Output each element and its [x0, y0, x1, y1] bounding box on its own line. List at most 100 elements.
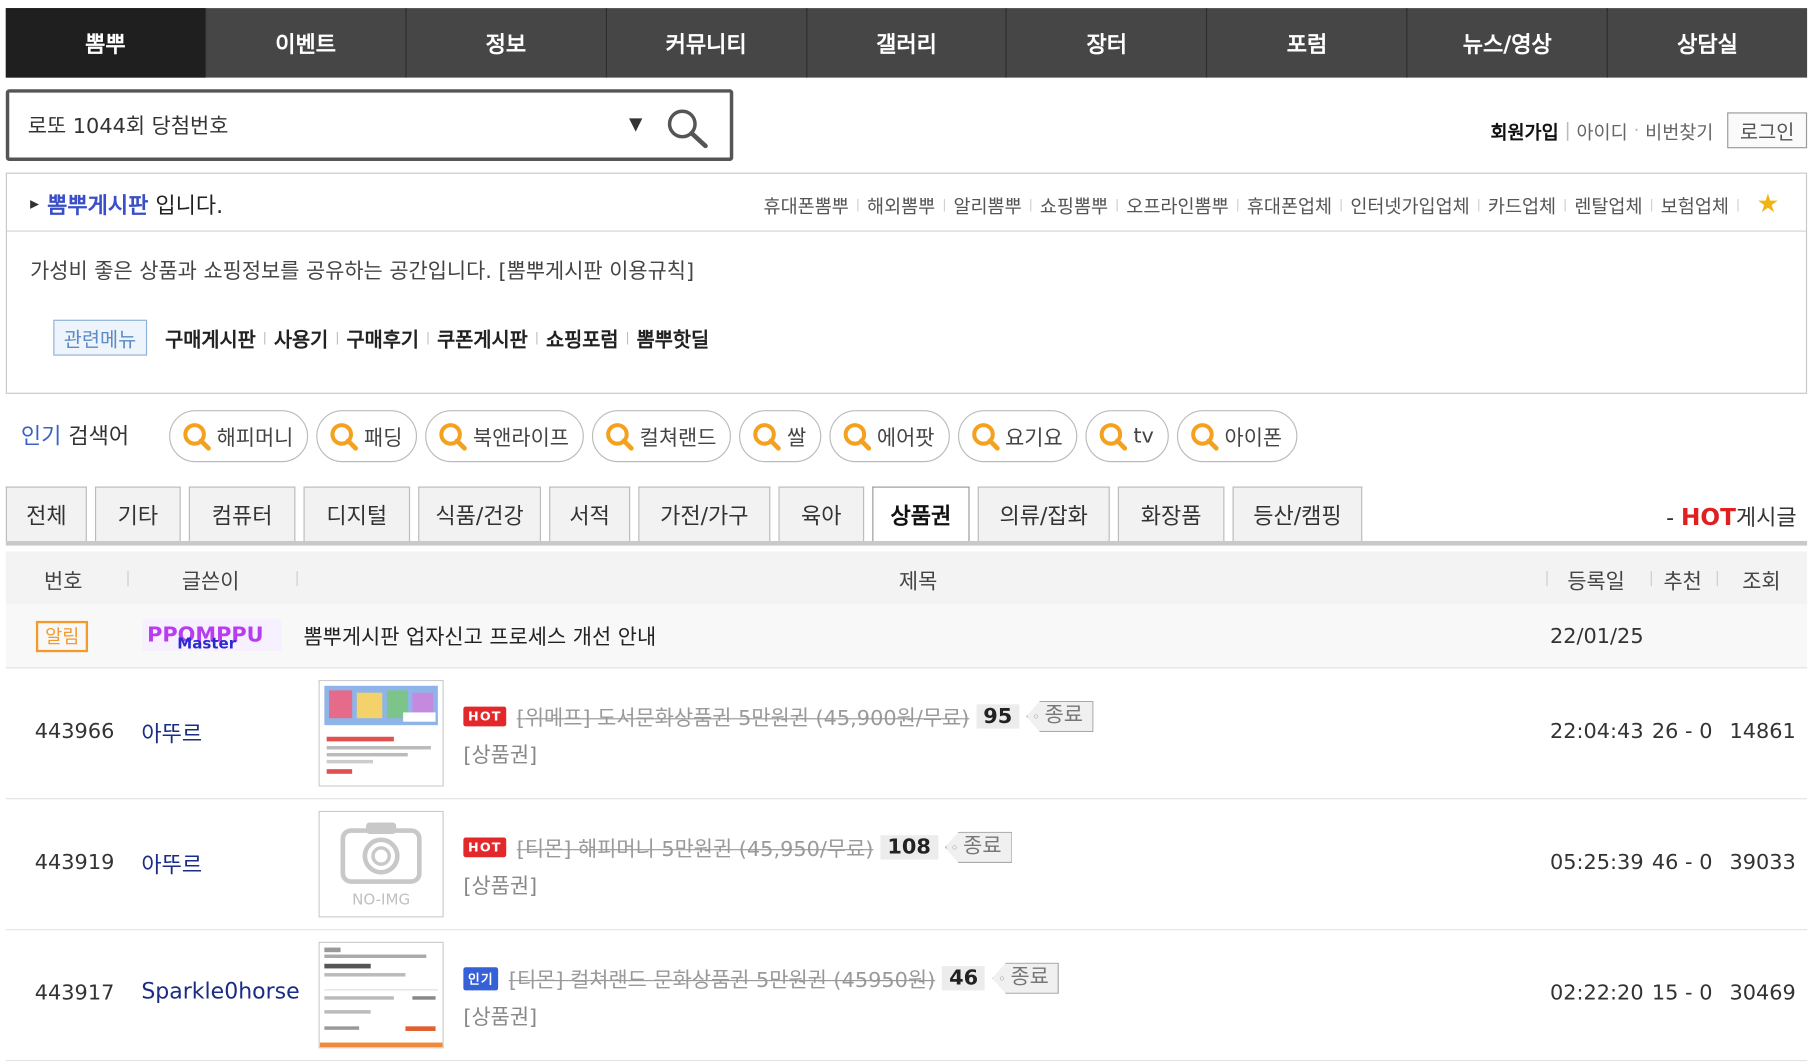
- search-icon: [1100, 422, 1128, 451]
- post-time: 05:25:39: [1549, 850, 1644, 875]
- find-id-link[interactable]: 아이디: [1576, 116, 1627, 144]
- search-icon: [753, 422, 782, 451]
- tab-underline: [5, 540, 1808, 546]
- triangle-right-icon: ▶: [30, 198, 40, 211]
- nav-consult[interactable]: 상담실: [1606, 8, 1807, 78]
- post-views: 39033: [1729, 850, 1796, 875]
- auth-bar: 회원가입 | 아이디 · 비번찾기 로그인: [1490, 112, 1808, 149]
- chip-label: 요기요: [1005, 425, 1063, 451]
- dropdown-arrow-icon[interactable]: ▼: [629, 114, 642, 135]
- notice-date: 22/01/25: [1549, 624, 1644, 649]
- login-button[interactable]: 로그인: [1727, 112, 1808, 149]
- related-link-review[interactable]: 사용기: [274, 323, 328, 352]
- board-link-internet-vendor[interactable]: 인터넷가입업체: [1350, 191, 1469, 219]
- board-link-mobile[interactable]: 휴대폰뽐뿌: [764, 191, 849, 219]
- comment-count[interactable]: 95: [976, 704, 1020, 729]
- popular-search-chip[interactable]: 컬쳐랜드: [592, 410, 732, 463]
- comment-count[interactable]: 108: [880, 835, 938, 860]
- chip-label: 패딩: [364, 425, 403, 451]
- nav-community[interactable]: 커뮤니티: [605, 8, 805, 78]
- board-link-rental-vendor[interactable]: 렌탈업체: [1574, 191, 1642, 219]
- category-tab[interactable]: 화장품: [1117, 486, 1225, 541]
- nav-market[interactable]: 장터: [1006, 8, 1206, 78]
- table-row[interactable]: 443919 아뚜르 NO-IMG HOT [티몬] 해피머니 5만원권 (45,950…: [5, 799, 1808, 931]
- category-tab[interactable]: 의류/잡화: [977, 486, 1110, 541]
- popular-search-chip[interactable]: 에어팟: [829, 410, 950, 463]
- category-tab[interactable]: 육아: [778, 486, 865, 541]
- comment-count[interactable]: 46: [942, 966, 986, 991]
- post-title-line[interactable]: 인기 [티몬] 컬쳐랜드 문화상품권 5만원권 (45950원) 46종료: [463, 962, 1060, 994]
- post-title-line[interactable]: HOT [티몬] 해피머니 5만원권 (45,950/무료)108종료: [463, 831, 1012, 864]
- related-link-coupon[interactable]: 쿠폰게시판: [437, 323, 528, 352]
- nav-forum[interactable]: 포럼: [1206, 8, 1406, 78]
- join-link[interactable]: 회원가입: [1490, 116, 1558, 144]
- table-row[interactable]: 443966 아뚜르 HOT [위메프] 도서문화상품권 5만원권 (45,900원/…: [5, 668, 1808, 800]
- related-link-purchase[interactable]: 구매게시판: [165, 323, 256, 352]
- related-link-purchase-review[interactable]: 구매후기: [347, 323, 419, 352]
- header-writer: 글쓴이: [181, 569, 240, 595]
- post-writer[interactable]: 아뚜르: [141, 717, 202, 748]
- category-tab[interactable]: 서적: [549, 486, 631, 541]
- product-thumbnail: [319, 942, 443, 1048]
- post-writer[interactable]: 아뚜르: [141, 848, 202, 879]
- popular-search-chips: 해피머니 패딩 북앤라이프 컬쳐랜드 쌀 에어팟 요기요 tv 아이폰: [169, 410, 1305, 463]
- nav-ppomppu[interactable]: 뽐뿌: [5, 8, 205, 78]
- search-box: ▼: [5, 89, 734, 162]
- category-tab[interactable]: 기타: [94, 486, 181, 541]
- category-tab[interactable]: 식품/건강: [418, 486, 541, 541]
- post-number: 443917: [34, 981, 115, 1006]
- notice-row[interactable]: 알림 PPOMPPU Master 뽐뿌게시판 업자신고 프로세스 개선 안내 …: [5, 604, 1808, 669]
- post-title-line[interactable]: HOT [위메프] 도서문화상품권 5만원권 (45,900원/무료)95종료: [463, 700, 1094, 733]
- post-badge: HOT: [463, 837, 507, 858]
- popular-search-chip[interactable]: 쌀: [739, 410, 822, 463]
- post-badge: HOT: [463, 706, 507, 727]
- hot-posts-link[interactable]: - HOT게시글: [1666, 500, 1797, 531]
- board-link-phone-vendor[interactable]: 휴대폰업체: [1247, 191, 1332, 219]
- chip-label: 해피머니: [216, 425, 294, 451]
- star-icon[interactable]: ★: [1756, 190, 1779, 219]
- notice-title[interactable]: 뽐뿌게시판 업자신고 프로세스 개선 안내: [304, 621, 657, 651]
- nav-gallery[interactable]: 갤러리: [805, 8, 1006, 78]
- category-tab[interactable]: 디지털: [303, 486, 411, 541]
- post-thumbnail[interactable]: [318, 679, 444, 787]
- find-pw-link[interactable]: 비번찾기: [1645, 116, 1713, 144]
- post-thumbnail[interactable]: [318, 941, 444, 1049]
- nav-event[interactable]: 이벤트: [204, 8, 405, 78]
- popular-search-chip[interactable]: 요기요: [957, 410, 1078, 463]
- category-tab[interactable]: 등산/캠핑: [1232, 486, 1363, 541]
- chip-label: 아이폰: [1224, 425, 1283, 451]
- board-link-shopping[interactable]: 쇼핑뽐뿌: [1040, 191, 1108, 219]
- nav-news-video[interactable]: 뉴스/영상: [1406, 8, 1607, 78]
- board-name-link[interactable]: 뽐뿌게시판: [47, 189, 148, 220]
- category-tab[interactable]: 가전/가구: [638, 486, 771, 541]
- category-tab[interactable]: 전체: [5, 486, 87, 541]
- popular-search-chip[interactable]: 아이폰: [1177, 410, 1298, 463]
- related-menu: 관련메뉴 구매게시판 | 사용기 | 구매후기 | 쿠폰게시판 | 쇼핑포럼 | 뽐뿌핫딜: [53, 319, 709, 356]
- related-link-hotdeal[interactable]: 뽐뿌핫딜: [637, 323, 709, 352]
- board-link-card-vendor[interactable]: 카드업체: [1488, 191, 1556, 219]
- category-tab[interactable]: 컴퓨터: [188, 486, 296, 541]
- board-link-overseas[interactable]: 해외뽐뿌: [867, 191, 935, 219]
- table-row[interactable]: 443917 Sparkle0horse 인기 [티몬] 컬쳐랜드 문화상품권 5만원…: [5, 930, 1808, 1062]
- post-title[interactable]: [티몬] 해피머니 5만원권 (45,950/무료): [517, 832, 874, 862]
- post-title[interactable]: [티몬] 컬쳐랜드 문화상품권 5만원권 (45950원): [509, 963, 935, 993]
- popular-search-chip[interactable]: 해피머니: [169, 410, 309, 463]
- ppomppu-master-logo[interactable]: PPOMPPU Master: [142, 618, 282, 652]
- related-link-shopping-forum[interactable]: 쇼핑포럼: [546, 323, 618, 352]
- popular-search-chip[interactable]: 북앤라이프: [425, 410, 585, 463]
- search-icon: [330, 422, 359, 451]
- board-link-insurance-vendor[interactable]: 보험업체: [1661, 191, 1729, 219]
- search-icon[interactable]: [665, 107, 711, 149]
- post-writer[interactable]: Sparkle0horse: [141, 979, 299, 1004]
- popular-search-chip[interactable]: tv: [1085, 410, 1169, 463]
- board-link-ali[interactable]: 알리뽐뿌: [953, 191, 1021, 219]
- board-link-offline[interactable]: 오프라인뽐뿌: [1126, 191, 1228, 219]
- nav-info[interactable]: 정보: [405, 8, 605, 78]
- post-thumbnail[interactable]: NO-IMG: [318, 810, 444, 918]
- post-recommend: 15 - 0: [1651, 981, 1713, 1006]
- search-icon: [843, 422, 872, 451]
- post-title[interactable]: [위메프] 도서문화상품권 5만원권 (45,900원/무료): [517, 701, 970, 731]
- search-input[interactable]: [27, 108, 608, 142]
- category-tab[interactable]: 상품권: [872, 486, 970, 541]
- popular-search-chip[interactable]: 패딩: [316, 410, 418, 463]
